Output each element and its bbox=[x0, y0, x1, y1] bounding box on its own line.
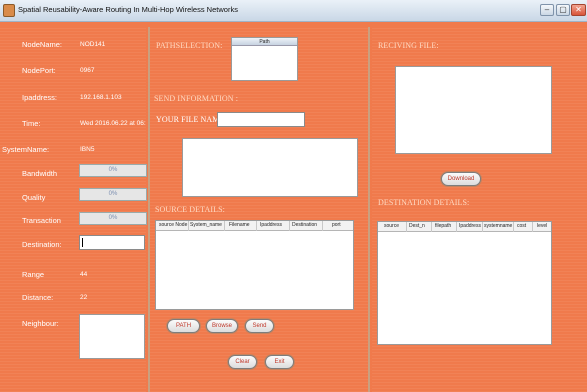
distance-value: 22 bbox=[80, 294, 88, 301]
column-header[interactable]: Ipaddress bbox=[459, 223, 481, 229]
range-value: 44 bbox=[80, 271, 88, 278]
java-app-icon bbox=[3, 4, 15, 17]
window-title: Spatial Reusability-Aware Routing In Mul… bbox=[18, 5, 238, 14]
column-header[interactable]: Filename bbox=[229, 222, 250, 228]
time-label: Time: bbox=[22, 119, 41, 128]
application-window: Spatial Reusability-Aware Routing In Mul… bbox=[0, 0, 587, 392]
column-header[interactable]: level bbox=[537, 223, 547, 229]
column-header[interactable]: Dest_n bbox=[409, 223, 425, 229]
distance-label: Distance: bbox=[22, 293, 54, 302]
column-header[interactable]: filepath bbox=[435, 223, 451, 229]
path-button[interactable]: PATH bbox=[167, 319, 200, 333]
node-name-value: NOD141 bbox=[80, 41, 106, 48]
destination-details-table[interactable]: source Dest_n filepath Ipaddress systemn… bbox=[377, 221, 552, 345]
browse-button[interactable]: Browse bbox=[206, 319, 238, 333]
destination-input[interactable] bbox=[79, 235, 145, 250]
minimize-button[interactable]: – bbox=[540, 4, 554, 16]
clear-button[interactable]: Clear bbox=[228, 355, 257, 369]
node-port-value: 0967 bbox=[80, 67, 95, 74]
path-list-header: Path bbox=[232, 38, 297, 46]
bandwidth-progress-bar: 0% bbox=[79, 164, 147, 177]
neighbour-label: Neighbour: bbox=[22, 319, 59, 328]
column-header[interactable]: port bbox=[332, 222, 341, 228]
column-header[interactable]: Ipaddress bbox=[260, 222, 282, 228]
node-name-label: NodeName: bbox=[22, 40, 63, 49]
source-table-header: source Node System_name Filename Ipaddre… bbox=[156, 221, 353, 231]
path-selection-title: PATHSELECTION: bbox=[156, 41, 223, 50]
range-label: Range bbox=[22, 270, 45, 279]
column-header[interactable]: source bbox=[384, 223, 399, 229]
destination-panel: RECIVING FILE: Download DESTINATION DETA… bbox=[372, 27, 587, 392]
source-panel: PATHSELECTION: Path SEND INFORMATION : Y… bbox=[148, 27, 370, 392]
node-info-panel: NodeName: NOD141 NodePort: 0967 Ipaddres… bbox=[0, 27, 147, 392]
maximize-button[interactable]: ▢ bbox=[556, 4, 570, 16]
source-details-table[interactable]: source Node System_name Filename Ipaddre… bbox=[155, 220, 354, 310]
destination-details-title: DESTINATION DETAILS: bbox=[378, 198, 470, 207]
destination-table-header: source Dest_n filepath Ipaddress systemn… bbox=[378, 222, 551, 232]
file-content-textarea[interactable] bbox=[182, 138, 358, 197]
system-name-value: IBN5 bbox=[80, 146, 95, 153]
quality-progress-bar: 0% bbox=[79, 188, 147, 201]
column-header[interactable]: cost bbox=[517, 223, 526, 229]
bandwidth-label: Bandwidth bbox=[22, 169, 58, 178]
node-port-label: NodePort: bbox=[22, 66, 56, 75]
download-button[interactable]: Download bbox=[441, 172, 481, 186]
transaction-progress-bar: 0% bbox=[79, 212, 147, 225]
path-list[interactable]: Path bbox=[231, 37, 298, 81]
neighbour-list[interactable] bbox=[79, 314, 145, 359]
time-value: Wed 2016.06.22 at 06:1... bbox=[80, 120, 146, 127]
receiving-file-title: RECIVING FILE: bbox=[378, 41, 439, 50]
exit-button[interactable]: Exit bbox=[265, 355, 294, 369]
received-file-content[interactable] bbox=[395, 66, 552, 154]
send-button[interactable]: Send bbox=[245, 319, 274, 333]
ip-address-label: Ipaddress: bbox=[22, 93, 58, 102]
transaction-label: Transaction bbox=[22, 216, 61, 225]
close-button[interactable]: ✕ bbox=[571, 4, 586, 16]
quality-label: Quality bbox=[22, 193, 46, 202]
file-name-input[interactable] bbox=[217, 112, 305, 127]
system-name-label: SystemName: bbox=[2, 145, 50, 154]
source-details-title: SOURCE DETAILS: bbox=[155, 205, 225, 214]
text-cursor bbox=[82, 238, 83, 247]
column-header[interactable]: System_name bbox=[190, 222, 222, 228]
column-header[interactable]: Destination bbox=[292, 222, 317, 228]
title-bar: Spatial Reusability-Aware Routing In Mul… bbox=[0, 0, 587, 22]
ip-address-value: 192.168.1.103 bbox=[80, 94, 122, 101]
column-header[interactable]: systemname bbox=[484, 223, 512, 229]
send-information-title: SEND INFORMATION : bbox=[154, 94, 239, 103]
column-header[interactable]: source Node bbox=[159, 222, 187, 228]
destination-label: Destination: bbox=[22, 240, 62, 249]
